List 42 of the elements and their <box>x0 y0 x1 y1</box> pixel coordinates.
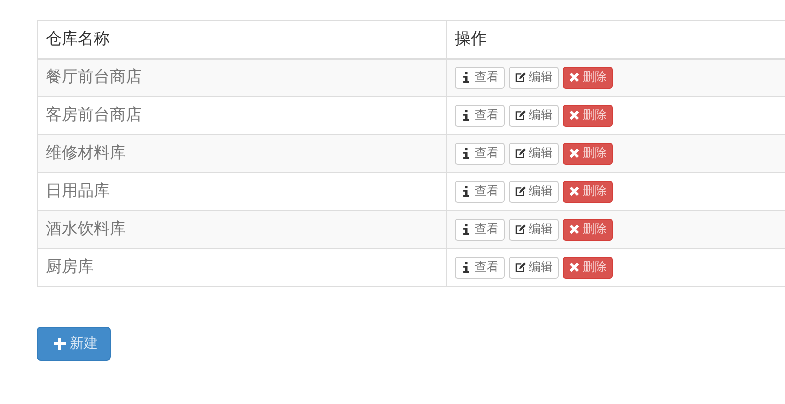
new-button[interactable]: 新建 <box>37 327 111 361</box>
delete-button[interactable]: 删除 <box>563 218 613 240</box>
edit-icon <box>515 262 526 273</box>
plus-icon <box>54 338 66 350</box>
edit-icon <box>515 72 526 84</box>
edit-button[interactable]: 编辑 <box>509 218 559 240</box>
delete-button[interactable]: 删除 <box>563 256 613 278</box>
delete-button[interactable]: 删除 <box>563 142 613 164</box>
table-cell: 餐厅前台商店 <box>38 58 446 96</box>
info-icon <box>461 148 472 159</box>
info-icon <box>461 262 472 273</box>
info-icon <box>461 186 472 197</box>
view-button[interactable]: 查看 <box>455 218 505 240</box>
edit-button[interactable]: 编辑 <box>509 104 559 126</box>
view-button[interactable]: 查看 <box>455 180 505 202</box>
edit-button[interactable]: 编辑 <box>509 180 559 202</box>
edit-icon <box>515 186 526 197</box>
table-cell: 酒水饮料库 <box>38 210 446 248</box>
edit-icon <box>515 110 526 121</box>
close-icon <box>569 262 580 273</box>
edit-button[interactable]: 编辑 <box>509 66 559 89</box>
view-button[interactable]: 查看 <box>455 142 505 164</box>
info-icon <box>461 72 472 84</box>
view-button[interactable]: 查看 <box>455 66 505 89</box>
delete-button[interactable]: 删除 <box>563 180 613 202</box>
table-cell: 维修材料库 <box>38 134 446 172</box>
edit-button[interactable]: 编辑 <box>509 256 559 278</box>
close-icon <box>569 224 580 235</box>
edit-icon <box>515 148 526 159</box>
close-icon <box>569 186 580 197</box>
close-icon <box>569 110 580 121</box>
view-button[interactable]: 查看 <box>455 256 505 278</box>
edit-icon <box>515 224 526 235</box>
view-button[interactable]: 查看 <box>455 104 505 126</box>
delete-button[interactable]: 删除 <box>563 66 613 89</box>
info-icon <box>461 224 472 235</box>
info-icon <box>461 110 472 121</box>
edit-button[interactable]: 编辑 <box>509 142 559 164</box>
close-icon <box>569 148 580 159</box>
table-cell: 厨房库 <box>38 248 446 286</box>
delete-button[interactable]: 删除 <box>563 104 613 126</box>
close-icon <box>569 72 580 84</box>
